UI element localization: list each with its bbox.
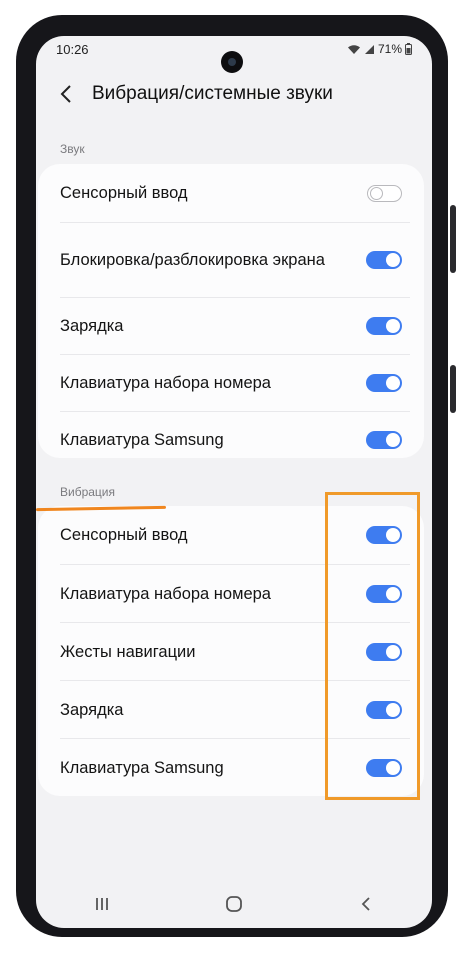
toggle-switch[interactable]: [366, 251, 402, 269]
chevron-left-icon: [60, 85, 71, 103]
sound-samsung-keyboard-row[interactable]: Клавиатура Samsung: [38, 412, 424, 468]
status-bar: 10:26 71%: [36, 36, 432, 73]
row-label: Блокировка/разблокировка экрана: [60, 251, 325, 269]
wifi-icon: [347, 44, 360, 54]
chevron-left-icon: [361, 897, 370, 911]
row-label: Клавиатура Samsung: [60, 758, 224, 777]
power-button: [450, 365, 456, 413]
sound-dialpad-row[interactable]: Клавиатура набора номера: [38, 355, 424, 411]
home-icon: [226, 896, 242, 912]
sound-charging-row[interactable]: Зарядка: [38, 298, 424, 354]
app-header: Вибрация/системные звуки: [36, 76, 432, 112]
row-label: Клавиатура набора номера: [60, 374, 271, 392]
section-label-vibration: Вибрация: [60, 485, 116, 499]
sound-lock-row[interactable]: Блокировка/разблокировка экрана: [38, 223, 424, 297]
battery-icon: [405, 43, 412, 55]
nav-back-button[interactable]: [336, 884, 396, 924]
recents-icon: [96, 898, 108, 910]
row-label: Зарядка: [60, 317, 124, 335]
toggle-switch[interactable]: [367, 184, 402, 202]
home-button[interactable]: [204, 884, 264, 924]
row-label: Сенсорный ввод: [60, 526, 188, 544]
status-time: 10:26: [56, 42, 89, 57]
sound-touch-row[interactable]: Сенсорный ввод: [38, 164, 424, 222]
back-button[interactable]: [44, 76, 88, 112]
status-icons: 71%: [347, 42, 412, 56]
toggle-switch[interactable]: [366, 374, 402, 392]
row-label: Клавиатура набора номера: [60, 584, 271, 603]
signal-icon: [364, 44, 374, 54]
section-label-sound: Звук: [60, 142, 85, 156]
sound-card: Сенсорный ввод Блокировка/разблокировка …: [38, 164, 424, 458]
front-camera: [221, 51, 243, 73]
recents-button[interactable]: [72, 884, 132, 924]
row-label: Зарядка: [60, 700, 124, 719]
toggle-switch[interactable]: [366, 431, 402, 449]
highlight-box: [325, 492, 420, 800]
page-title: Вибрация/системные звуки: [92, 83, 333, 104]
row-label: Жесты навигации: [60, 642, 196, 661]
navigation-bar: [36, 880, 432, 928]
battery-percent: 71%: [377, 42, 402, 56]
volume-button: [450, 205, 456, 273]
row-label: Клавиатура Samsung: [60, 431, 224, 449]
toggle-switch[interactable]: [366, 317, 402, 335]
row-label: Сенсорный ввод: [60, 184, 188, 202]
